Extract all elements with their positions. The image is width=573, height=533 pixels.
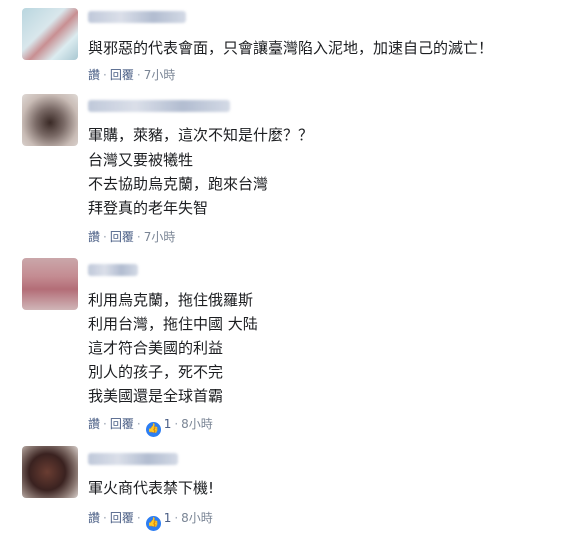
commenter-name[interactable]	[88, 264, 138, 276]
comment-actions: 讚 · 回覆 · 7小時	[88, 68, 176, 82]
comment-text-line: 軍購，萊豬，這次不知是什麼？？	[88, 126, 314, 144]
like-count[interactable]: 1	[164, 511, 172, 525]
comment-text-line: 別人的孩子，死不完	[88, 363, 224, 381]
avatar[interactable]	[22, 8, 78, 60]
commenter-name[interactable]	[88, 453, 178, 465]
timestamp[interactable]: 8小時	[181, 511, 213, 525]
comment-actions: 讚 · 回覆 · 👍 1 · 8小時	[88, 511, 213, 531]
comment-text: 與邪惡的代表會面，只會讓臺灣陷入泥地，加速自己的滅亡！	[88, 39, 494, 57]
like-link[interactable]: 讚	[88, 417, 100, 431]
reply-link[interactable]: 回覆	[110, 511, 134, 525]
reply-link[interactable]: 回覆	[110, 230, 134, 244]
comment-text-line: 台灣又要被犧牲	[88, 151, 194, 169]
comment-text-line: 利用烏克蘭，拖住俄羅斯	[88, 291, 254, 309]
comment-text-line: 利用台灣，拖住中國 大陆	[88, 315, 258, 333]
comment-text-line: 我美國還是全球首霸	[88, 387, 224, 405]
commenter-name[interactable]	[88, 100, 230, 112]
like-link[interactable]: 讚	[88, 511, 100, 525]
comment-text-line: 拜登真的老年失智	[88, 199, 209, 217]
reply-link[interactable]: 回覆	[110, 417, 134, 431]
avatar[interactable]	[22, 446, 78, 498]
thumbs-up-icon[interactable]: 👍	[145, 516, 161, 531]
commenter-name[interactable]	[88, 11, 186, 23]
comment-text-line: 這才符合美國的利益	[88, 339, 224, 357]
reply-link[interactable]: 回覆	[110, 68, 134, 82]
timestamp[interactable]: 8小時	[181, 417, 213, 431]
like-link[interactable]: 讚	[88, 68, 100, 82]
thumbs-up-icon[interactable]: 👍	[145, 422, 161, 437]
like-link[interactable]: 讚	[88, 230, 100, 244]
comment-actions: 讚 · 回覆 · 7小時	[88, 230, 176, 244]
like-count[interactable]: 1	[164, 417, 172, 431]
avatar[interactable]	[22, 258, 78, 310]
comment-text-line: 不去協助烏克蘭，跑來台灣	[88, 175, 269, 193]
comment-actions: 讚 · 回覆 · 👍 1 · 8小時	[88, 417, 213, 437]
avatar[interactable]	[22, 94, 78, 146]
comment-text: 軍火商代表禁下機!	[88, 479, 215, 497]
timestamp[interactable]: 7小時	[144, 230, 176, 244]
timestamp[interactable]: 7小時	[144, 68, 176, 82]
